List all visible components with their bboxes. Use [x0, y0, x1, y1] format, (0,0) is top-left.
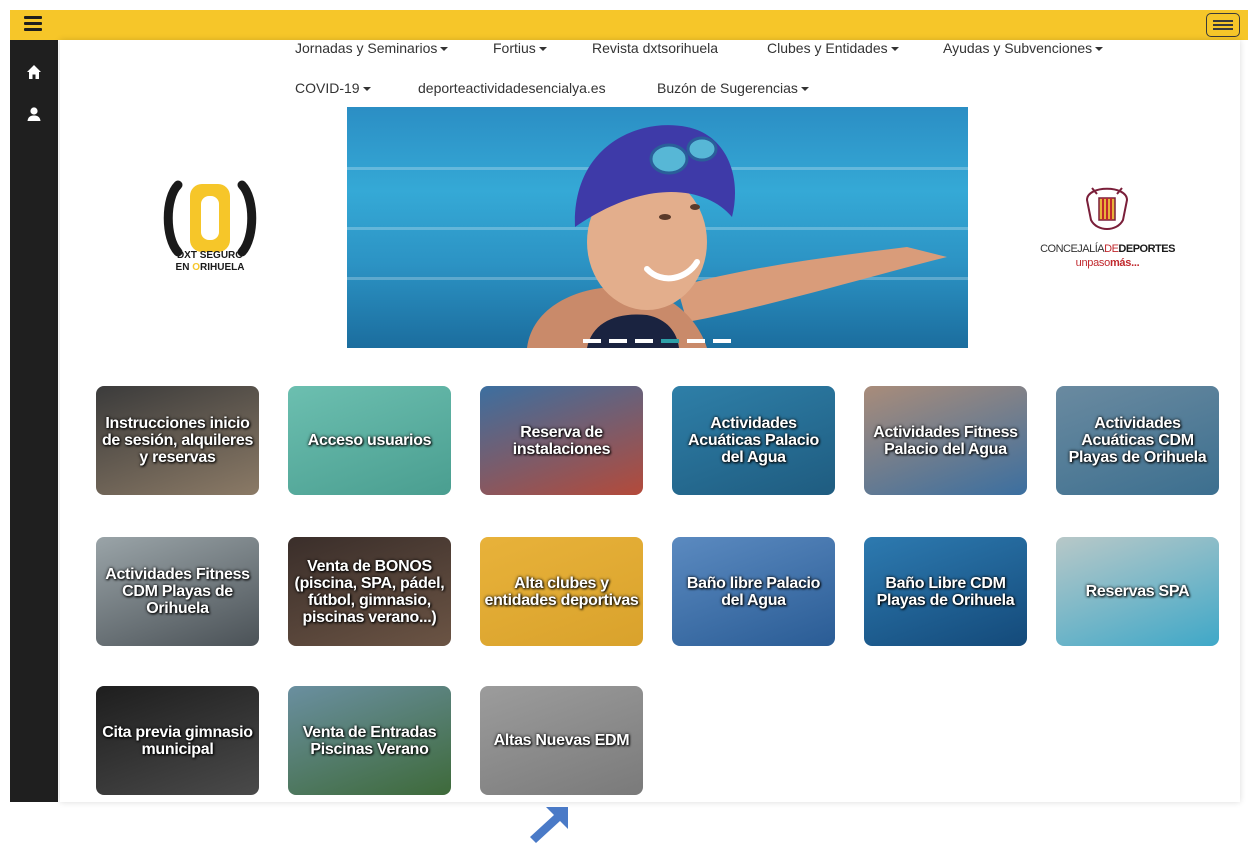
main-content: Jornadas y Seminarios Fortius Revista dx… [60, 40, 1240, 802]
service-tile[interactable]: Venta de Entradas Piscinas Verano [288, 686, 451, 795]
tile-label: Instrucciones inicio de sesión, alquiler… [101, 415, 254, 466]
service-tile[interactable]: Altas Nuevas EDM [480, 686, 643, 795]
user-icon[interactable] [26, 106, 42, 122]
carousel-indicator[interactable] [713, 339, 731, 343]
carousel-indicator[interactable] [635, 339, 653, 343]
service-tile[interactable]: Cita previa gimnasio municipal [96, 686, 259, 795]
pointer-arrow-icon [530, 807, 568, 843]
service-tile[interactable]: Reserva de instalaciones [480, 386, 643, 495]
app-root: Jornadas y Seminarios Fortius Revista dx… [0, 0, 1258, 846]
top-bar [10, 10, 1248, 40]
caret-down-icon [538, 47, 547, 52]
tile-label: Actividades Fitness Palacio del Agua [873, 423, 1018, 458]
carousel-indicator-active[interactable] [661, 339, 679, 343]
service-tile[interactable]: Baño libre Palacio del Agua [672, 537, 835, 646]
service-tile[interactable]: Actividades Acuáticas Palacio del Agua [672, 386, 835, 495]
nav-item-deporteactividades[interactable]: deporteactividadesencialya.es [418, 80, 606, 96]
carousel-indicator[interactable] [609, 339, 627, 343]
nav-item-buzon[interactable]: Buzón de Sugerencias [657, 80, 809, 96]
swimmer-photo [527, 125, 947, 348]
service-tile[interactable]: Actividades Fitness Palacio del Agua [864, 386, 1027, 495]
home-icon[interactable] [26, 64, 42, 80]
carousel-indicator[interactable] [687, 339, 705, 343]
tile-label: Reserva de instalaciones [512, 423, 611, 458]
service-tile[interactable]: Actividades Acuáticas CDM Playas de Orih… [1056, 386, 1219, 495]
orihuela-crest-icon [1085, 187, 1129, 230]
service-tile[interactable]: Alta clubes y entidades deportivas [480, 537, 643, 646]
caret-down-icon [1095, 47, 1104, 52]
caret-down-icon [890, 47, 899, 52]
concejalia-deportes-logo: CONCEJALÍADEDEPORTES unpasomás... [1035, 180, 1180, 275]
tile-label: Acceso usuarios [307, 432, 432, 449]
caret-down-icon [440, 47, 449, 52]
tile-label: Actividades Fitness CDM Playas de Orihue… [105, 566, 250, 617]
nav-item-revista[interactable]: Revista dxtsorihuela [592, 40, 718, 56]
nav-item-ayudas[interactable]: Ayudas y Subvenciones [943, 40, 1104, 56]
tile-label: Alta clubes y entidades deportivas [484, 574, 639, 609]
caret-down-icon [362, 87, 371, 92]
tile-label: Venta de Entradas Piscinas Verano [302, 723, 437, 758]
navbar-toggle-button[interactable] [1206, 13, 1240, 37]
tile-label: Reservas SPA [1085, 583, 1190, 600]
service-tile[interactable]: Venta de BONOS (piscina, SPA, pádel, fút… [288, 537, 451, 646]
tile-label: Venta de BONOS (piscina, SPA, pádel, fút… [294, 557, 445, 626]
nav-item-fortius[interactable]: Fortius [493, 40, 547, 56]
service-tile[interactable]: Instrucciones inicio de sesión, alquiler… [96, 386, 259, 495]
tile-label: Baño Libre CDM Playas de Orihuela [876, 574, 1015, 609]
tile-label: Actividades Acuáticas Palacio del Agua [688, 415, 819, 466]
nav-item-clubes[interactable]: Clubes y Entidades [767, 40, 899, 56]
nav-item-jornadas[interactable]: Jornadas y Seminarios [295, 40, 449, 56]
tile-label: Actividades Acuáticas CDM Playas de Orih… [1068, 415, 1207, 466]
hero-carousel[interactable] [347, 107, 968, 348]
tile-label: Altas Nuevas EDM [493, 732, 630, 749]
sidebar-toggle-icon[interactable] [24, 13, 42, 35]
service-tile[interactable]: Baño Libre CDM Playas de Orihuela [864, 537, 1027, 646]
caret-down-icon [800, 87, 809, 92]
service-tile[interactable]: Acceso usuarios [288, 386, 451, 495]
carousel-indicator[interactable] [583, 339, 601, 343]
service-tile[interactable]: Actividades Fitness CDM Playas de Orihue… [96, 537, 259, 646]
left-sidebar [10, 40, 58, 802]
tile-label: Cita previa gimnasio municipal [102, 723, 253, 758]
service-tile[interactable]: Reservas SPA [1056, 537, 1219, 646]
nav-item-covid[interactable]: COVID-19 [295, 80, 371, 96]
tile-label: Baño libre Palacio del Agua [686, 574, 821, 609]
dxt-seguro-logo: DXT SEGURO EN ORIHUELA [160, 180, 260, 280]
